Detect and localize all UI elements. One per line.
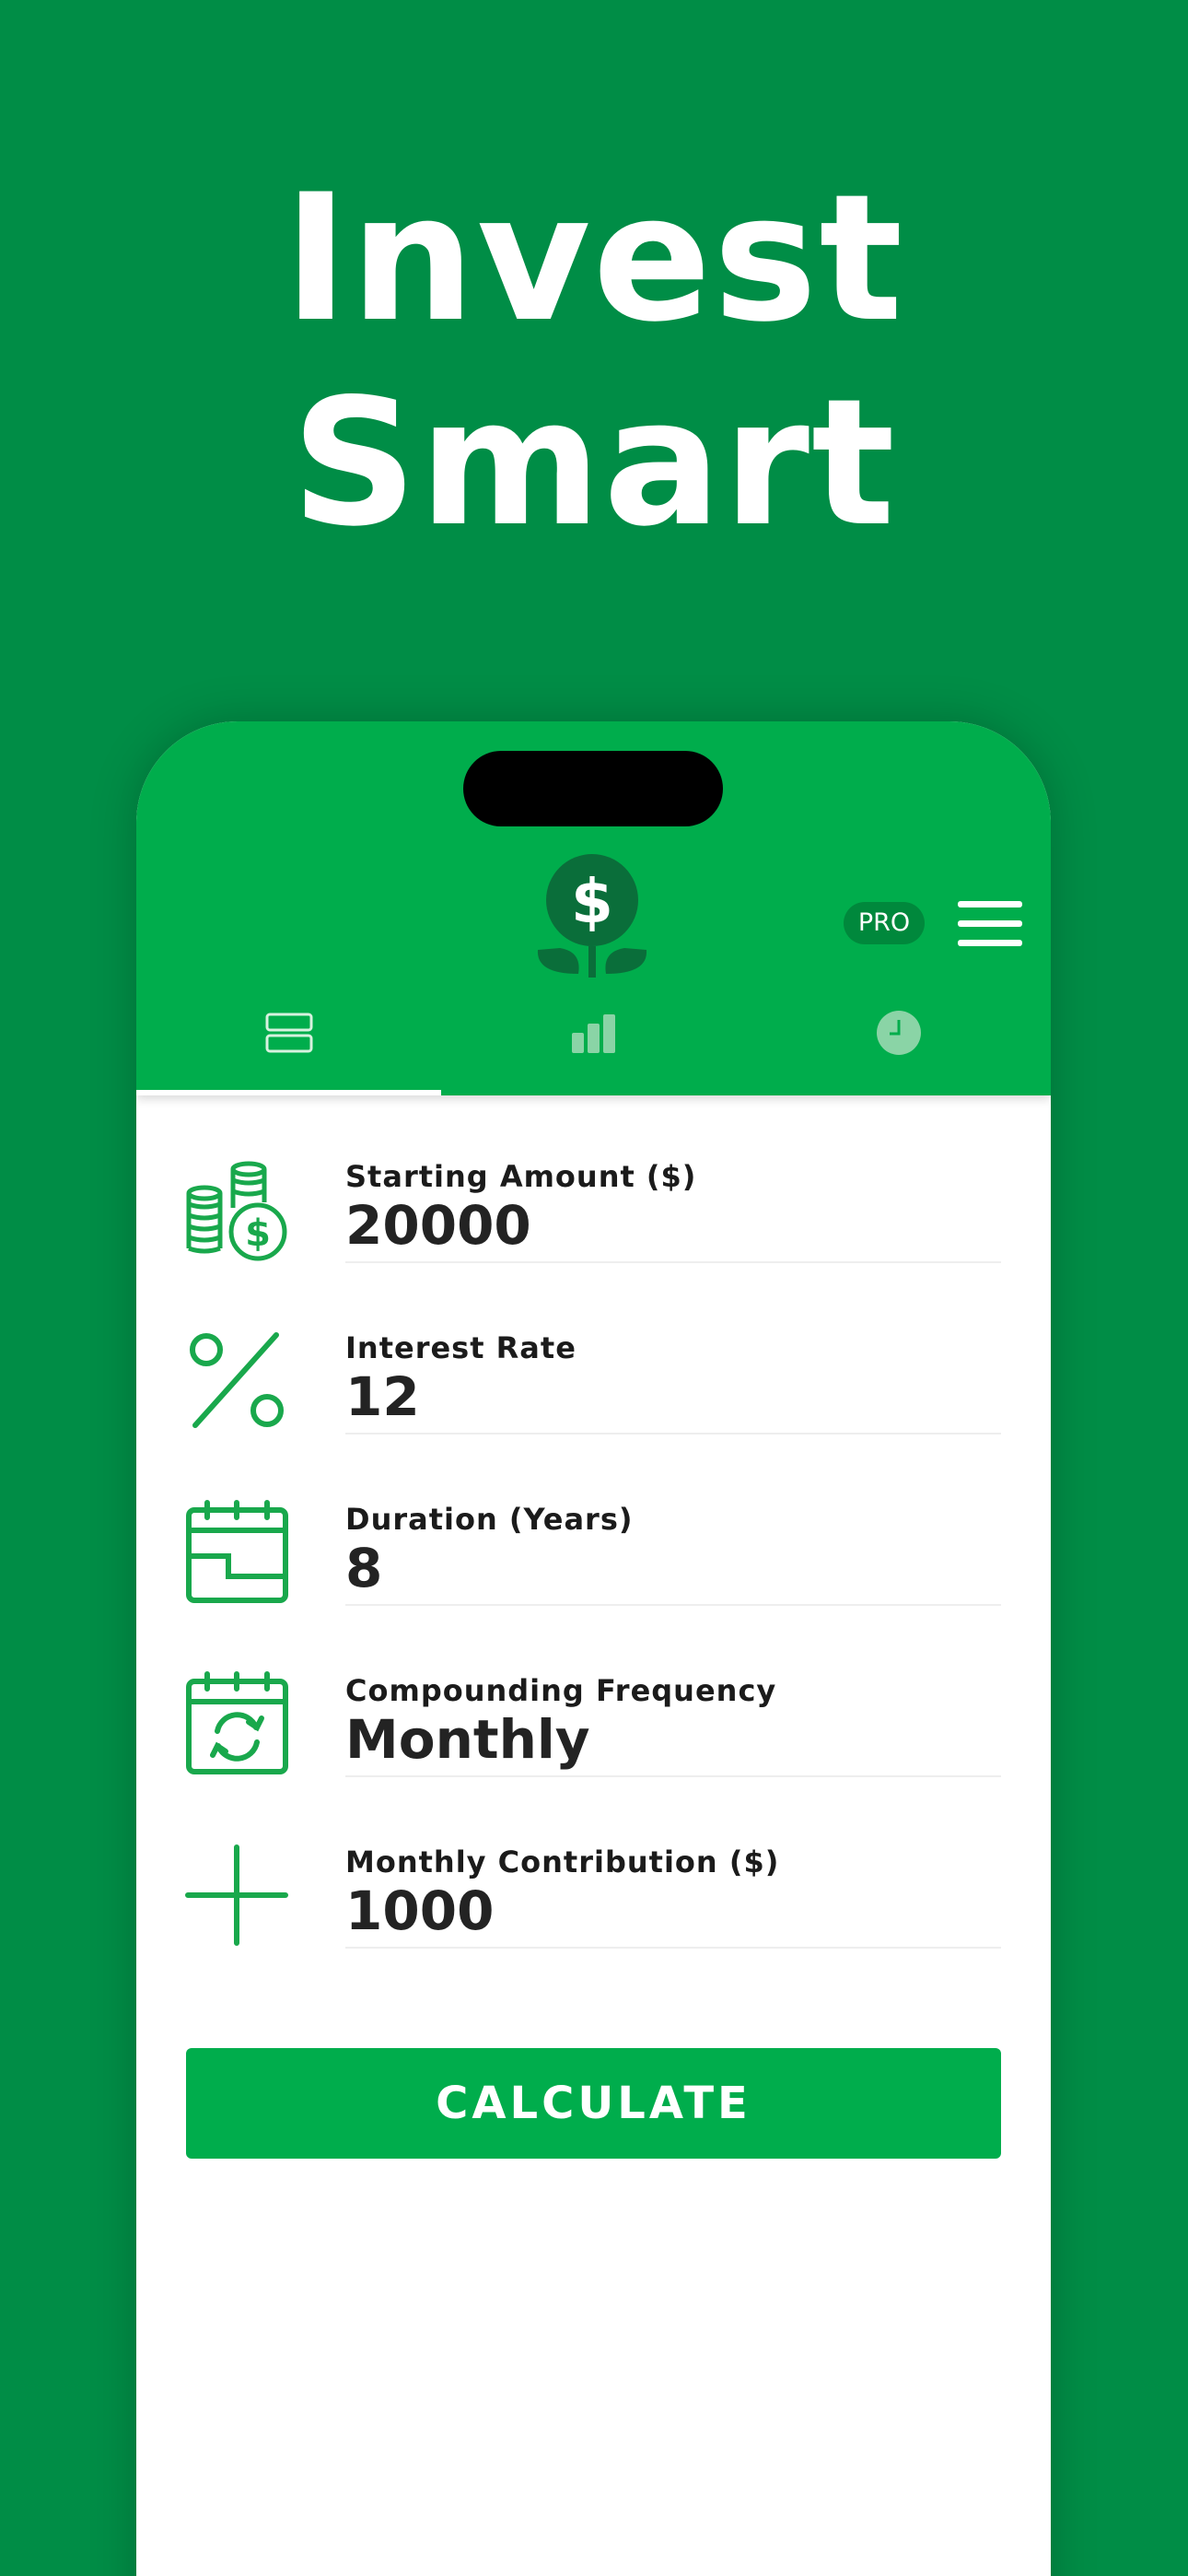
field-row-duration: Duration (Years) 8 [136,1438,1051,1610]
field-row-starting-amount: $ Starting Amount ($) 20000 [136,1095,1051,1267]
duration-label: Duration (Years) [345,1502,634,1537]
calculate-button[interactable]: CALCULATE [186,2048,1001,2159]
app-header: $ PRO [136,721,1051,1095]
headline-line-2: Smart [291,361,897,565]
monthly-contribution-field[interactable]: Monthly Contribution ($) 1000 [345,1844,1001,1949]
tab-chart[interactable] [441,998,746,1095]
svg-text:$: $ [245,1212,271,1255]
svg-text:$: $ [571,866,613,937]
monthly-contribution-value[interactable]: 1000 [345,1880,1001,1941]
headline: Invest Smart [0,157,1188,566]
stacked-rows-icon [265,1013,313,1053]
plus-icon [185,1844,288,1946]
duration-field[interactable]: Duration (Years) 8 [345,1501,1001,1606]
phone-frame: $ PRO $ Starting Amount ($) 20000 Intere… [136,721,1051,2576]
coins-dollar-icon: $ [186,1161,287,1261]
compounding-frequency-field[interactable]: Compounding Frequency Monthly [345,1672,1001,1777]
pro-badge[interactable]: PRO [844,902,925,944]
interest-rate-field[interactable]: Interest Rate 12 [345,1329,1001,1434]
interest-rate-value[interactable]: 12 [345,1366,1001,1427]
headline-line-1: Invest [283,157,905,360]
percent-icon [190,1332,284,1428]
compounding-frequency-value[interactable]: Monthly [345,1709,1001,1770]
interest-rate-label: Interest Rate [345,1330,577,1365]
dollar-plant-logo-icon: $ [537,854,647,978]
tab-bar [136,998,1051,1095]
field-row-interest-rate: Interest Rate 12 [136,1267,1051,1438]
dynamic-island [463,751,723,826]
clock-icon [877,1011,921,1055]
tab-inputs[interactable] [136,998,441,1095]
duration-value[interactable]: 8 [345,1538,1001,1598]
starting-amount-label: Starting Amount ($) [345,1159,697,1194]
starting-amount-field[interactable]: Starting Amount ($) 20000 [345,1158,1001,1263]
compounding-frequency-label: Compounding Frequency [345,1673,777,1708]
field-row-compounding: Compounding Frequency Monthly [136,1610,1051,1781]
bar-chart-icon [572,1014,615,1053]
hamburger-menu-icon[interactable] [958,899,1022,949]
calendar-icon [186,1500,288,1603]
field-row-monthly-contribution: Monthly Contribution ($) 1000 [136,1781,1051,1952]
starting-amount-value[interactable]: 20000 [345,1195,1001,1256]
monthly-contribution-label: Monthly Contribution ($) [345,1844,780,1879]
tab-history[interactable] [746,998,1051,1095]
page: Invest Smart $ PRO $ Starting Amount ($)… [0,0,1188,2576]
calendar-refresh-icon [186,1671,288,1774]
